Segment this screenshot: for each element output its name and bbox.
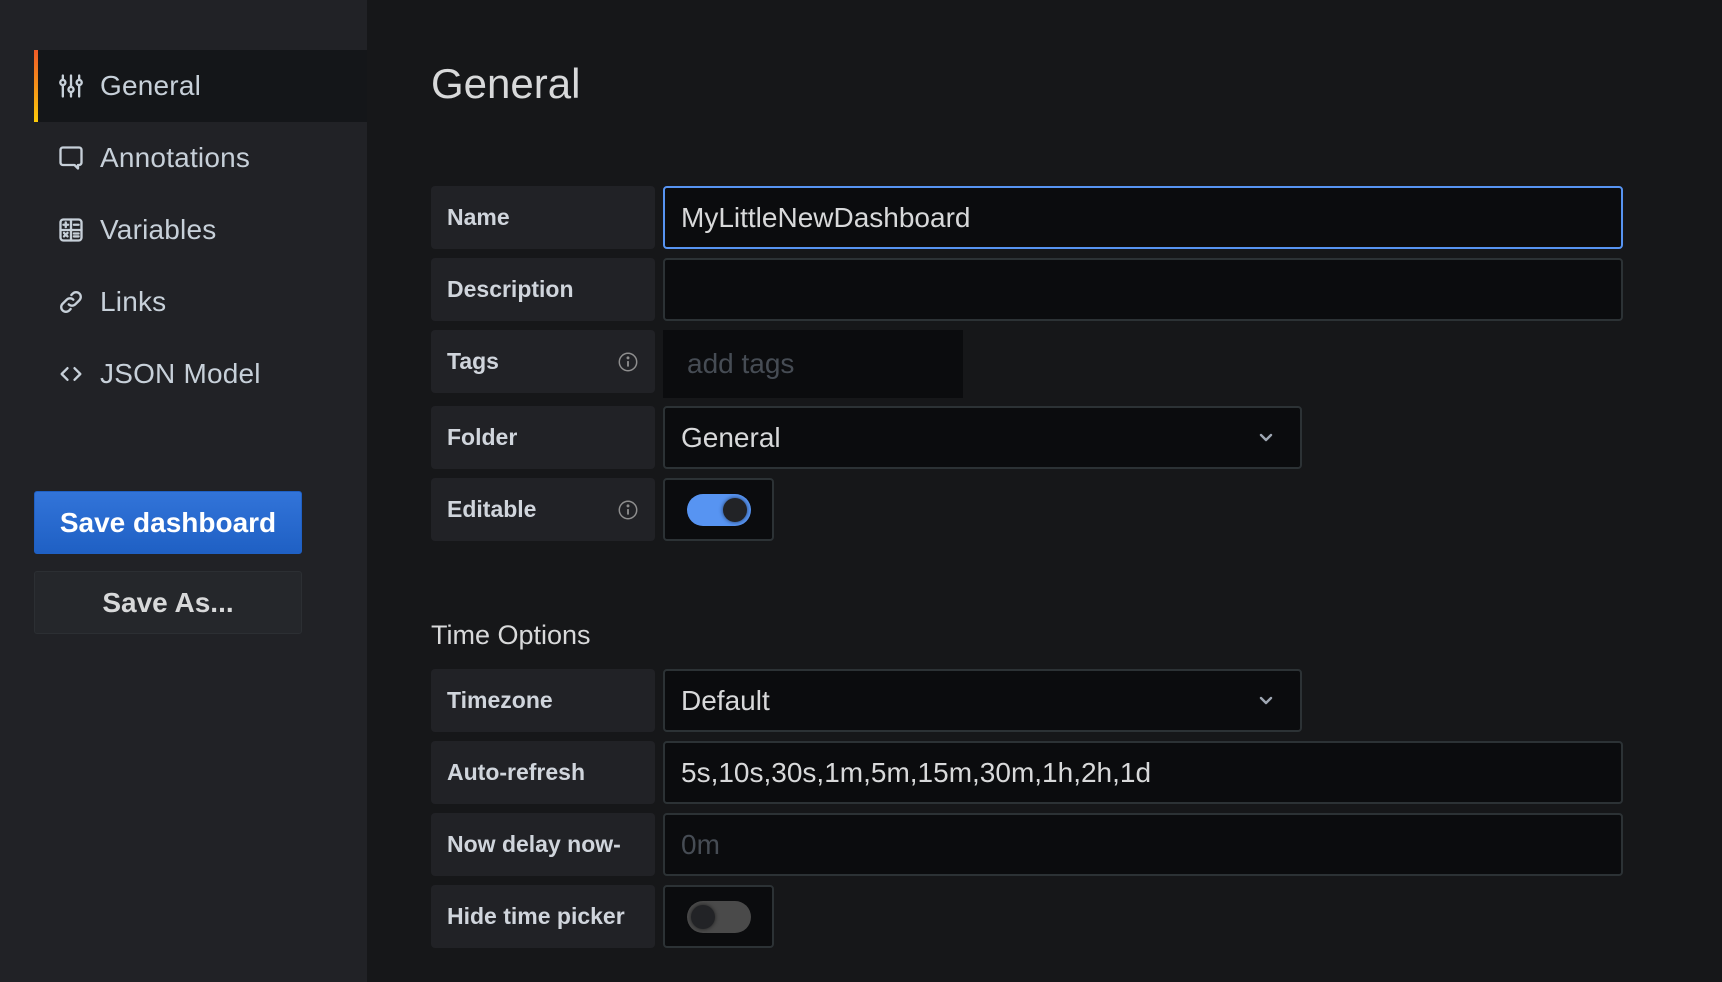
settings-nav: General Annotations Variables Links JSON… — [34, 50, 367, 410]
sliders-icon — [56, 71, 86, 101]
sidebar-item-json-model[interactable]: JSON Model — [34, 338, 367, 410]
description-label: Description — [431, 258, 655, 321]
name-input[interactable]: MyLittleNewDashboard — [663, 186, 1623, 249]
tags-input[interactable]: add tags — [663, 330, 963, 398]
timezone-select[interactable]: Default — [663, 669, 1302, 732]
timezone-label-text: Timezone — [447, 687, 553, 713]
chevron-down-icon — [1256, 685, 1276, 717]
hide-time-picker-row: Hide time picker — [431, 885, 774, 948]
description-input[interactable] — [663, 258, 1623, 321]
folder-select[interactable]: General — [663, 406, 1302, 469]
description-row: Description — [431, 258, 1623, 321]
tags-label: Tags — [431, 330, 655, 393]
editable-toggle[interactable] — [663, 478, 774, 541]
save-dashboard-button[interactable]: Save dashboard — [34, 491, 302, 554]
timezone-select-value: Default — [681, 684, 770, 716]
editable-switch[interactable] — [686, 493, 751, 526]
now-delay-row: Now delay now- 0m — [431, 813, 1623, 876]
hide-time-picker-label: Hide time picker — [431, 885, 655, 948]
settings-sidebar: General Annotations Variables Links JSON… — [0, 0, 367, 982]
auto-refresh-row: Auto-refresh 5s,10s,30s,1m,5m,15m,30m,1h… — [431, 741, 1623, 804]
auto-refresh-value: 5s,10s,30s,1m,5m,15m,30m,1h,2h,1d — [681, 756, 1152, 788]
tags-row: Tags add tags — [431, 330, 963, 398]
folder-row: Folder General — [431, 406, 1302, 469]
editable-label: Editable — [431, 478, 655, 541]
code-icon — [56, 359, 86, 389]
comment-icon — [56, 143, 86, 173]
description-label-text: Description — [447, 276, 574, 302]
now-delay-label: Now delay now- — [431, 813, 655, 876]
sidebar-item-label: Links — [100, 286, 167, 317]
sidebar-item-label: JSON Model — [100, 358, 261, 389]
link-icon — [56, 287, 86, 317]
calculator-icon — [56, 215, 86, 245]
tags-placeholder: add tags — [687, 348, 795, 379]
sidebar-item-links[interactable]: Links — [34, 266, 367, 338]
tags-label-text: Tags — [447, 348, 499, 374]
info-icon[interactable] — [617, 499, 639, 521]
page-title: General — [431, 60, 581, 107]
sidebar-item-label: Annotations — [100, 142, 251, 173]
editable-row: Editable — [431, 478, 774, 541]
now-delay-placeholder: 0m — [681, 828, 720, 860]
info-icon[interactable] — [617, 351, 639, 373]
timezone-row: Timezone Default — [431, 669, 1302, 732]
auto-refresh-label-text: Auto-refresh — [447, 759, 586, 785]
switch-knob — [690, 904, 715, 929]
switch-knob — [722, 497, 747, 522]
sidebar-item-label: General — [100, 70, 202, 101]
hide-time-picker-toggle[interactable] — [663, 885, 774, 948]
chevron-down-icon — [1256, 422, 1276, 454]
time-options-heading: Time Options — [431, 620, 591, 650]
sidebar-item-general[interactable]: General — [34, 50, 367, 122]
now-delay-label-text: Now delay now- — [447, 831, 621, 857]
folder-label-text: Folder — [447, 424, 518, 450]
name-row: Name MyLittleNewDashboard — [431, 186, 1623, 249]
sidebar-item-variables[interactable]: Variables — [34, 194, 367, 266]
editable-label-text: Editable — [447, 496, 537, 522]
timezone-label: Timezone — [431, 669, 655, 732]
folder-label: Folder — [431, 406, 655, 469]
hide-time-picker-label-text: Hide time picker — [447, 903, 625, 929]
sidebar-item-label: Variables — [100, 214, 217, 245]
hide-time-picker-switch[interactable] — [686, 900, 751, 933]
sidebar-item-annotations[interactable]: Annotations — [34, 122, 367, 194]
auto-refresh-input[interactable]: 5s,10s,30s,1m,5m,15m,30m,1h,2h,1d — [663, 741, 1623, 804]
name-label: Name — [431, 186, 655, 249]
save-as-button[interactable]: Save As... — [34, 571, 302, 634]
name-label-text: Name — [447, 204, 510, 230]
auto-refresh-label: Auto-refresh — [431, 741, 655, 804]
name-input-value: MyLittleNewDashboard — [681, 201, 971, 233]
folder-select-value: General — [681, 421, 781, 453]
now-delay-input[interactable]: 0m — [663, 813, 1623, 876]
